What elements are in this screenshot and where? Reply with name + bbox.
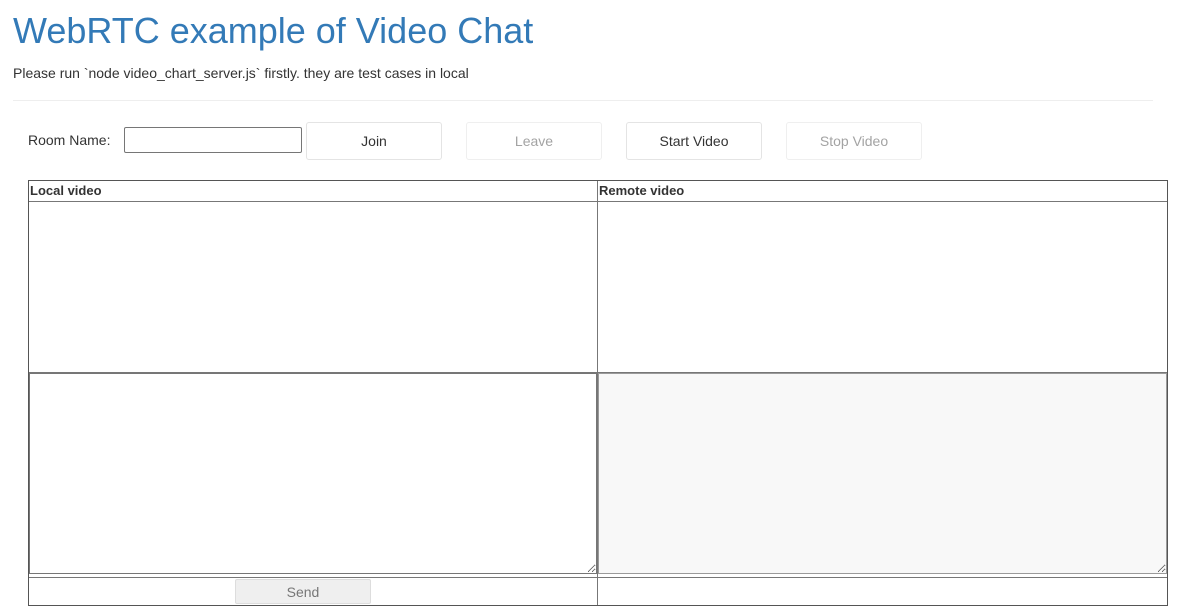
room-name-input[interactable] [124,127,302,153]
local-video [29,202,597,372]
remote-video [598,202,1167,372]
remote-video-header: Remote video [599,183,685,198]
video-chat-table: Local video Remote video Send [28,180,1168,606]
stop-video-button[interactable]: Stop Video [786,122,922,160]
remote-message-textarea[interactable] [598,373,1167,574]
local-video-header: Local video [30,183,102,198]
local-message-textarea[interactable] [29,373,597,574]
page-title: WebRTC example of Video Chat [13,10,534,51]
join-button[interactable]: Join [306,122,442,160]
message-row-divider [29,577,1167,578]
leave-button[interactable]: Leave [466,122,602,160]
page-subtitle: Please run `node video_chart_server.js` … [13,65,469,81]
room-name-label: Room Name: [28,132,111,148]
send-button[interactable]: Send [235,579,371,604]
start-video-button[interactable]: Start Video [626,122,762,160]
header-divider [13,100,1153,101]
